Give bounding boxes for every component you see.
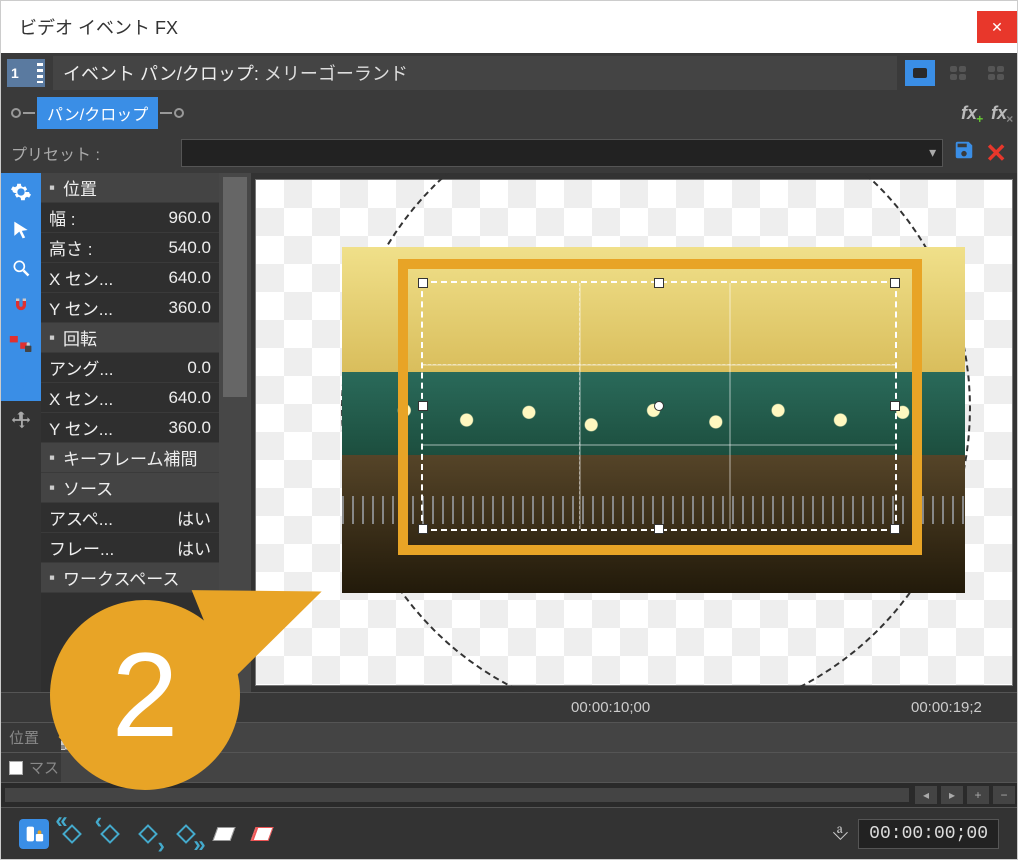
keyframe-controls: ⎀ 00:00:00;00 (1, 807, 1017, 859)
prop-value[interactable]: 360.0 (168, 418, 211, 438)
prop-label: X セン... (49, 385, 168, 410)
timeline-row-label: マス (1, 757, 61, 778)
prop-row[interactable]: アスペ...はい (41, 503, 219, 533)
tool-move-freely[interactable] (1, 363, 41, 401)
prop-row[interactable]: 高さ :540.0 (41, 233, 219, 263)
prop-label: 幅 : (49, 205, 168, 230)
timeline-row-label: 位置 (1, 727, 61, 748)
crop-handle-tl[interactable] (418, 278, 428, 288)
tool-lock-aspect[interactable] (1, 325, 41, 363)
delete-preset-button[interactable]: ✕ (985, 138, 1007, 169)
prop-group-header[interactable]: ▪キーフレーム補間 (41, 443, 219, 473)
scroll-zoom-in[interactable]: + (967, 786, 989, 804)
prop-label: アスペ... (49, 505, 177, 530)
prop-value[interactable]: 640.0 (168, 268, 211, 288)
crop-handle-mr[interactable] (890, 401, 900, 411)
view-list-button[interactable] (905, 60, 935, 86)
crop-handle-bm[interactable] (654, 524, 664, 534)
prop-row[interactable]: Y セン...360.0 (41, 293, 219, 323)
time-display[interactable]: 00:00:00;00 (858, 819, 999, 849)
tool-zoom[interactable] (1, 249, 41, 287)
crop-handle-ml[interactable] (418, 401, 428, 411)
mask-checkbox[interactable] (9, 761, 23, 775)
remove-fx-button[interactable]: fx (991, 103, 1007, 124)
prop-label: X セン... (49, 265, 168, 290)
chain-node-icon (11, 108, 21, 118)
view-grid3-button[interactable] (981, 60, 1011, 86)
keyframe-first-button[interactable] (57, 819, 87, 849)
callout-badge: 2 (50, 600, 240, 790)
prop-label: 高さ : (49, 235, 168, 260)
cursor-position-icon: ⎀ (832, 822, 848, 845)
prop-row[interactable]: X セン...640.0 (41, 263, 219, 293)
prop-value[interactable]: 540.0 (168, 238, 211, 258)
crop-handle-bl[interactable] (418, 524, 428, 534)
film-strip-icon[interactable]: 1 (7, 59, 45, 87)
view-grid2-button[interactable] (943, 60, 973, 86)
effect-title: イベント パン/クロップ: メリーゴーランド (63, 60, 408, 86)
save-preset-button[interactable] (953, 139, 975, 167)
prop-value[interactable]: 960.0 (168, 208, 211, 228)
preview-canvas[interactable] (251, 173, 1017, 692)
time-mark: 00:00:10;00 (571, 699, 650, 716)
prop-row[interactable]: アング...0.0 (41, 353, 219, 383)
prop-value[interactable]: 360.0 (168, 298, 211, 318)
preset-bar: プリセット : ✕ (1, 133, 1017, 173)
prop-value[interactable]: 640.0 (168, 388, 211, 408)
crop-selection[interactable] (421, 281, 897, 531)
preset-combobox[interactable] (181, 139, 943, 167)
effect-chip-pan-crop[interactable]: パン/クロップ (37, 97, 158, 129)
effect-chain-bar: パン/クロップ fx fx (1, 93, 1017, 133)
sub-toolbar: 1 イベント パン/クロップ: メリーゴーランド (1, 53, 1017, 93)
window-title: ビデオ イベント FX (19, 14, 178, 40)
prop-row[interactable]: Y セン...360.0 (41, 413, 219, 443)
tool-snap[interactable] (1, 287, 41, 325)
tool-strip (1, 173, 41, 692)
prop-value[interactable]: はい (177, 505, 211, 530)
scroll-right-button[interactable]: ▸ (941, 786, 963, 804)
prop-value[interactable]: 0.0 (187, 358, 211, 378)
scroll-zoom-out[interactable]: − (993, 786, 1015, 804)
preset-label: プリセット : (11, 141, 171, 165)
crop-handle-center[interactable] (654, 401, 664, 411)
time-mark: 00:00:19;2 (911, 699, 982, 716)
keyframe-sync-lock-button[interactable] (19, 819, 49, 849)
crop-handle-tm[interactable] (654, 278, 664, 288)
chain-node-icon (174, 108, 184, 118)
prop-value[interactable]: はい (177, 535, 211, 560)
prop-row[interactable]: 幅 :960.0 (41, 203, 219, 233)
prop-label: Y セン... (49, 295, 168, 320)
prop-label: フレー... (49, 535, 177, 560)
prop-row[interactable]: X セン...640.0 (41, 383, 219, 413)
prop-group-header[interactable]: ▪位置 (41, 173, 219, 203)
scroll-left-button[interactable]: ◂ (915, 786, 937, 804)
close-button[interactable]: ✕ (977, 11, 1017, 43)
keyframe-next-button[interactable] (133, 819, 163, 849)
prop-label: アング... (49, 355, 187, 380)
keyframe-last-button[interactable] (171, 819, 201, 849)
keyframe-add-button[interactable] (209, 819, 239, 849)
prop-group-header[interactable]: ▪回転 (41, 323, 219, 353)
prop-group-header[interactable]: ▪ソース (41, 473, 219, 503)
crop-handle-tr[interactable] (890, 278, 900, 288)
prop-label: Y セン... (49, 415, 168, 440)
add-fx-button[interactable]: fx (961, 103, 977, 124)
tool-move[interactable] (1, 401, 41, 439)
crop-handle-br[interactable] (890, 524, 900, 534)
prop-row[interactable]: フレー...はい (41, 533, 219, 563)
titlebar: ビデオ イベント FX ✕ (1, 1, 1017, 53)
keyframe-delete-button[interactable] (247, 819, 277, 849)
keyframe-prev-button[interactable] (95, 819, 125, 849)
tool-settings[interactable] (1, 173, 41, 211)
tool-pointer[interactable] (1, 211, 41, 249)
